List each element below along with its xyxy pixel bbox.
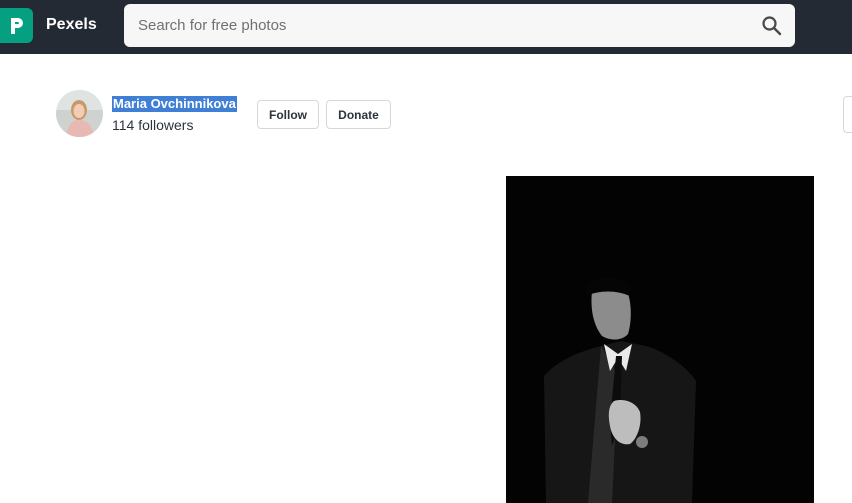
photographer-name[interactable]: Maria Ovchinnikova <box>112 96 237 112</box>
donate-button[interactable]: Donate <box>326 100 391 129</box>
search-input[interactable] <box>138 4 738 47</box>
top-navigation-bar: Pexels <box>0 0 852 54</box>
avatar[interactable] <box>56 90 103 137</box>
pexels-logo-icon[interactable] <box>0 8 33 43</box>
partial-button[interactable] <box>843 96 852 133</box>
follow-button[interactable]: Follow <box>257 100 319 129</box>
search-icon[interactable] <box>760 14 784 38</box>
search-bar[interactable] <box>124 4 795 47</box>
follower-count: 114 followers <box>112 117 194 133</box>
featured-photo[interactable] <box>506 176 814 503</box>
brand-name[interactable]: Pexels <box>46 16 97 34</box>
